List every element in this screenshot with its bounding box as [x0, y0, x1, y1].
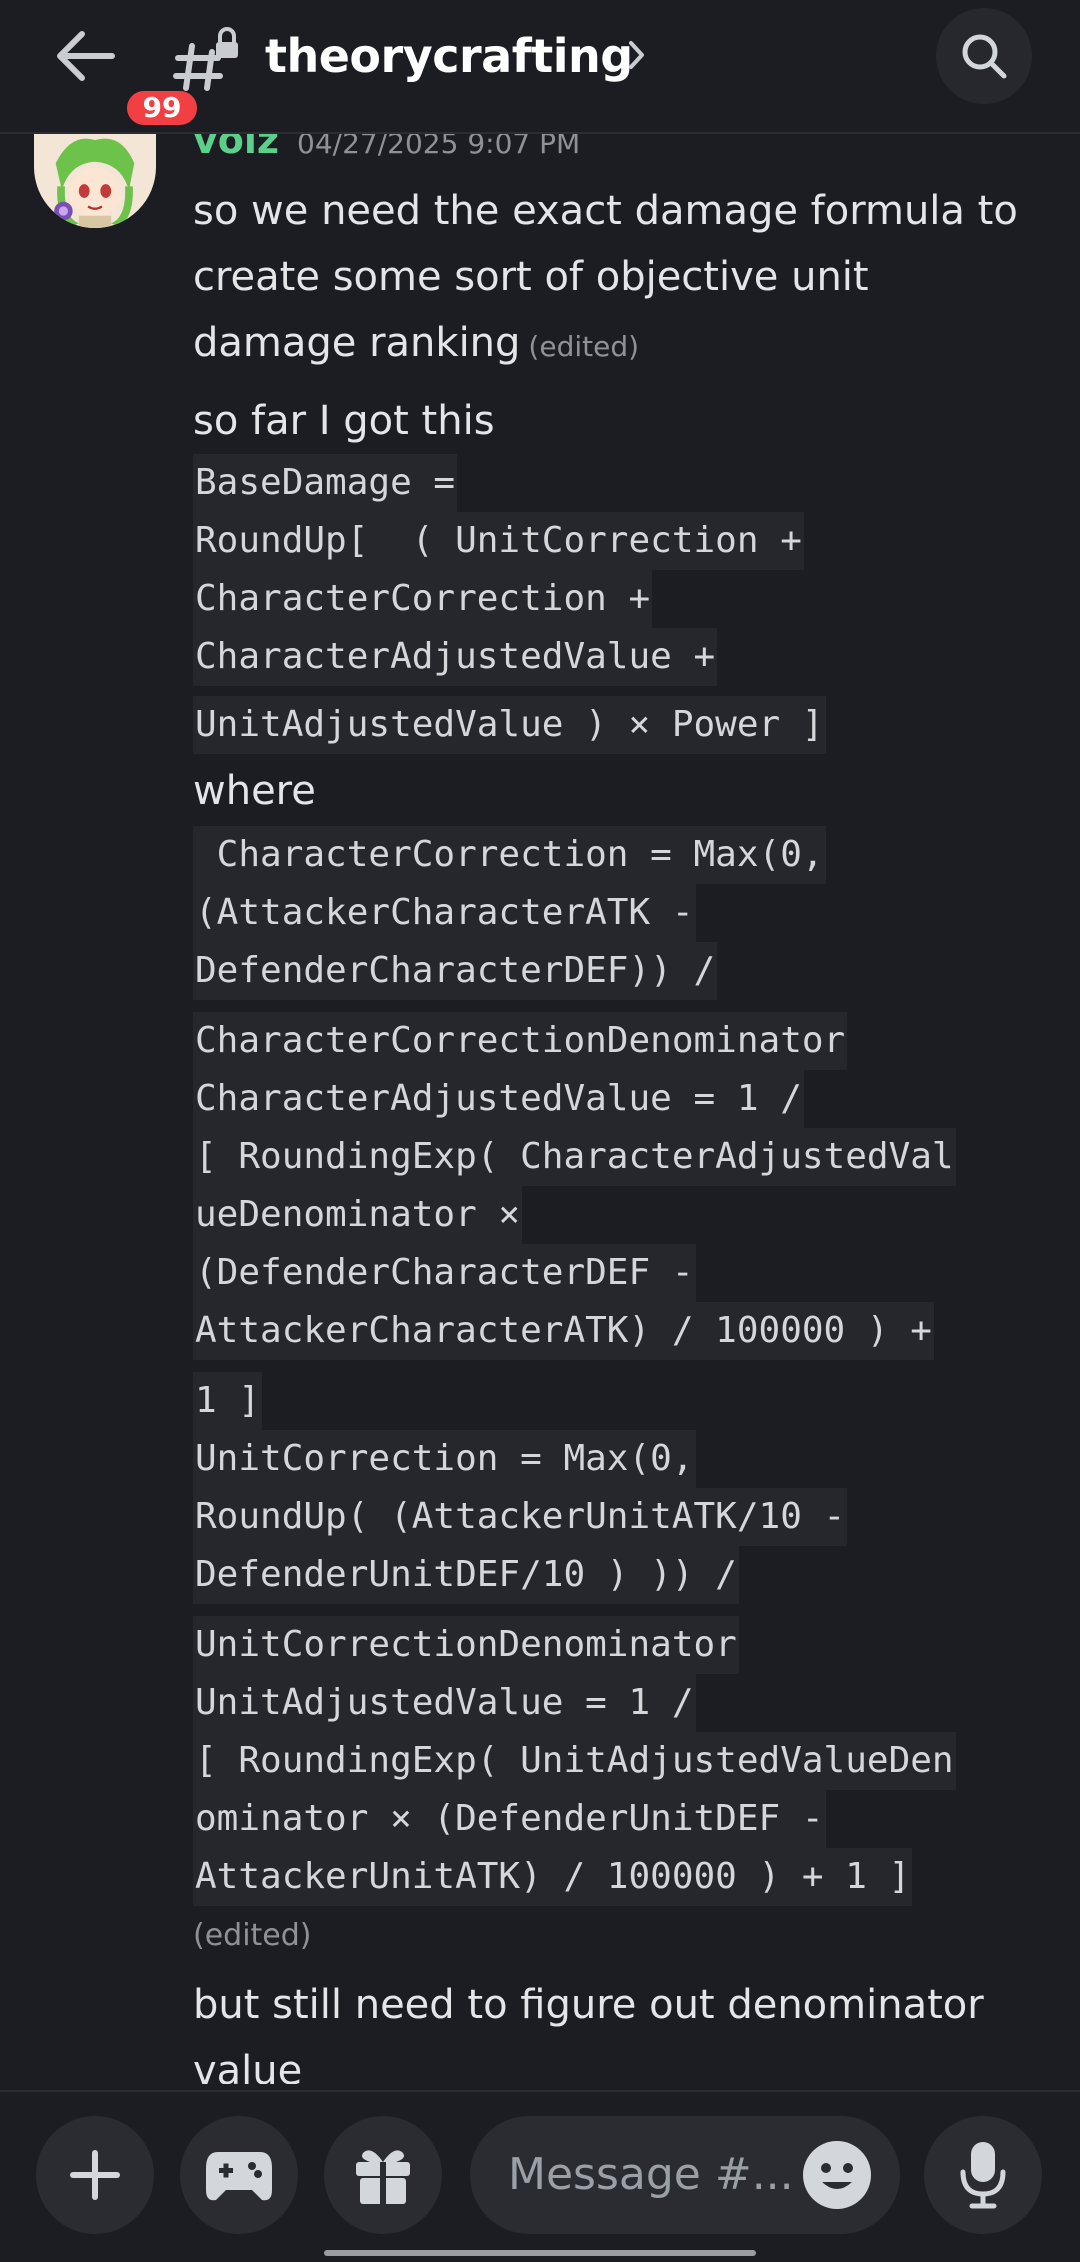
- gift-button[interactable]: [324, 2116, 442, 2234]
- code-line: ominator × (DefenderUnitDEF -: [193, 1790, 826, 1848]
- text-line: but still need to figure out denominator: [193, 1982, 984, 2028]
- add-attachment-button[interactable]: [36, 2116, 154, 2234]
- code-line: RoundUp( (AttackerUnitATK/10 -: [193, 1488, 848, 1546]
- text-line: damage ranking (edited): [193, 310, 1043, 380]
- code-line: ueDenominator ×: [193, 1186, 523, 1244]
- text-line: create some sort of objective unit: [193, 254, 869, 300]
- message-list[interactable]: voiz 04/27/2025 9:07 PM so we need the ex…: [0, 134, 1080, 2084]
- code-line: [ RoundingExp( UnitAdjustedValueDen: [193, 1732, 956, 1790]
- plus-icon: [70, 2150, 120, 2200]
- search-button[interactable]: [936, 8, 1032, 104]
- code-line: RoundUp[ ( UnitCorrection +: [193, 512, 804, 570]
- code-line: CharacterCorrectionDenominator: [193, 1012, 848, 1070]
- emoji-icon[interactable]: [800, 2138, 874, 2212]
- message-composer: Message #...: [0, 2090, 1080, 2262]
- code-line: DefenderUnitDEF/10 ) )) /: [193, 1546, 739, 1604]
- code-line: (DefenderCharacterDEF -: [193, 1244, 696, 1302]
- code-line: CharacterAdjustedValue = 1 /: [193, 1070, 804, 1128]
- message-content[interactable]: so we need the exact damage formula to c…: [193, 178, 1043, 2084]
- search-icon: [962, 34, 1007, 79]
- code-line: UnitCorrectionDenominator: [193, 1616, 739, 1674]
- text-line: value: [193, 2048, 303, 2084]
- hashtag-lock-icon: [173, 27, 238, 91]
- code-line: BaseDamage =: [193, 454, 458, 512]
- code-line: UnitCorrection = Max(0,: [193, 1430, 696, 1488]
- message-input-placeholder: Message #...: [508, 2149, 794, 2200]
- code-line: UnitAdjustedValue ) × Power ]: [193, 696, 826, 754]
- code-line: 1 ]: [193, 1372, 263, 1430]
- code-line: AttackerCharacterATK) / 100000 ) +: [193, 1302, 934, 1360]
- channel-header: 99 theorycrafting: [0, 0, 1080, 134]
- edited-label: (edited): [528, 330, 640, 363]
- microphone-icon: [960, 2142, 1006, 2209]
- arrow-left-icon: [57, 31, 115, 81]
- code-line: UnitAdjustedValue = 1 /: [193, 1674, 696, 1732]
- gamepad-icon: [206, 2152, 272, 2201]
- code-block-2: CharacterCorrection = Max(0, (AttackerCh…: [193, 826, 1043, 1906]
- edited-label: (edited): [193, 1918, 312, 1953]
- channel-name[interactable]: theorycrafting: [265, 24, 633, 88]
- message-paragraph-2: so far I got this: [193, 398, 495, 444]
- activities-button[interactable]: [180, 2116, 298, 2234]
- code-line: CharacterCorrection +: [193, 570, 653, 628]
- code-line: CharacterCorrection = Max(0,: [193, 826, 826, 884]
- code-line: [ RoundingExp( CharacterAdjustedVal: [193, 1128, 956, 1186]
- message-input[interactable]: Message #...: [470, 2116, 900, 2234]
- voice-message-button[interactable]: [924, 2116, 1042, 2234]
- message-paragraph-3: but still need to figure out denominator…: [193, 1972, 1043, 2084]
- home-indicator[interactable]: [324, 2250, 756, 2256]
- code-line: AttackerUnitATK) / 100000 ) + 1 ]: [193, 1848, 913, 1906]
- code-line: (AttackerCharacterATK -: [193, 884, 696, 942]
- code-line: DefenderCharacterDEF)) /: [193, 942, 718, 1000]
- avatar-image: [48, 134, 142, 228]
- gift-icon: [356, 2150, 410, 2204]
- back-button[interactable]: 99: [40, 20, 202, 130]
- message-paragraph-1: so we need the exact damage formula to c…: [193, 178, 1043, 380]
- chevron-right-icon[interactable]: [626, 38, 648, 72]
- author-name[interactable]: voiz: [193, 134, 279, 162]
- avatar[interactable]: [34, 134, 156, 228]
- where-label: where: [193, 768, 316, 814]
- message-header: voiz 04/27/2025 9:07 PM: [193, 134, 580, 168]
- message-timestamp: 04/27/2025 9:07 PM: [297, 134, 581, 160]
- code-line: CharacterAdjustedValue +: [193, 628, 718, 686]
- code-block-1: BaseDamage = RoundUp[ ( UnitCorrection +…: [193, 454, 1043, 754]
- text-line: so we need the exact damage formula to: [193, 188, 1018, 234]
- text-line-content: damage ranking: [193, 320, 521, 366]
